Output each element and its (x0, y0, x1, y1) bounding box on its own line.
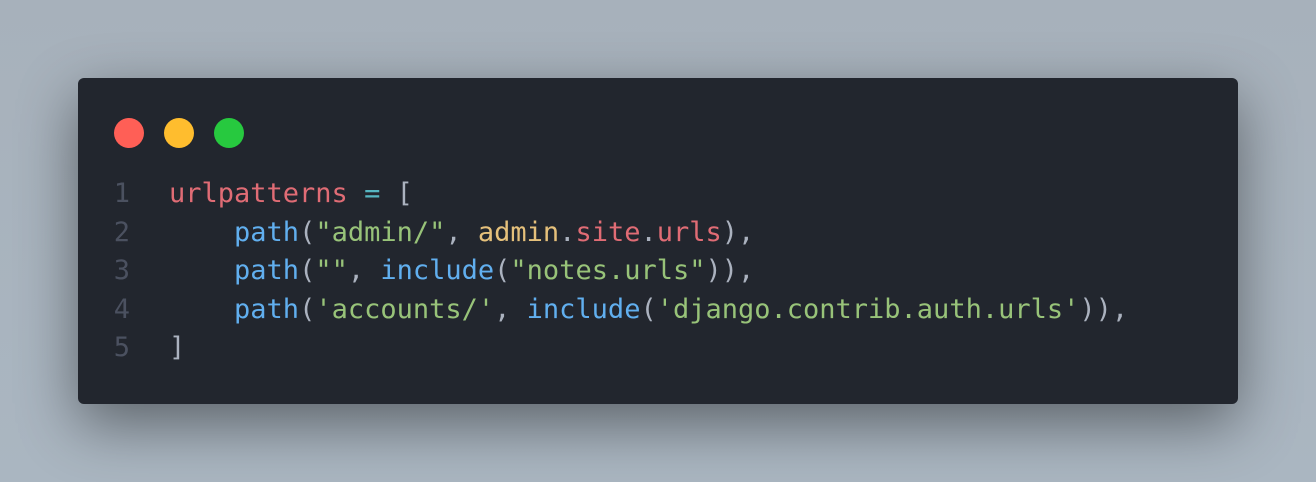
code-block[interactable]: 1 urlpatterns = [2 path("admin/", admin.s… (78, 175, 1128, 368)
maximize-dot-icon[interactable] (214, 118, 244, 148)
code-token: ( (640, 293, 657, 325)
code-line: 5] (78, 329, 1128, 368)
line-number: 3 (113, 255, 130, 286)
code-token: = (364, 178, 381, 209)
code-token: )), (1079, 293, 1129, 325)
code-window: 1 urlpatterns = [2 path("admin/", admin.s… (78, 78, 1238, 404)
code-token: ( (299, 293, 316, 325)
line-number: 1 (113, 178, 130, 209)
code-token: include (526, 293, 641, 325)
code-token: . (559, 216, 576, 248)
line-number: 2 (113, 216, 130, 248)
code-token: "admin/" (315, 216, 446, 248)
code-line: 4 path('accounts/', include('django.cont… (78, 291, 1128, 330)
code-token: , (445, 216, 478, 248)
code-token: ( (494, 255, 511, 286)
code-token: ( (299, 255, 316, 286)
code-line: 1 urlpatterns = [ (78, 175, 1128, 214)
code-text: ] (169, 329, 185, 368)
code-token: admin (477, 216, 560, 248)
code-token: ] (169, 332, 186, 363)
code-token: 'accounts/' (315, 293, 495, 325)
close-dot-icon[interactable] (114, 118, 144, 148)
code-token: path (234, 293, 300, 325)
code-token: . (640, 216, 657, 248)
code-token: path (234, 255, 300, 286)
code-token: , (347, 255, 381, 286)
code-token: ( (299, 216, 316, 248)
code-token: 'django.contrib.auth.urls' (656, 293, 1080, 325)
code-token: include (380, 255, 495, 286)
code-text: urlpatterns = [ (169, 175, 413, 214)
code-text: path("", include("notes.urls")), (169, 252, 754, 291)
code-token: , (494, 293, 527, 325)
line-number: 5 (113, 332, 130, 363)
code-token: "" (315, 255, 348, 286)
code-token: )), (705, 255, 755, 286)
code-token: ), (721, 216, 755, 248)
code-line: 3 path("", include("notes.urls")), (78, 252, 1128, 291)
code-line: 2 path("admin/", admin.site.urls), (78, 214, 1128, 253)
code-text: path("admin/", admin.site.urls), (169, 214, 754, 253)
line-number: 4 (113, 293, 130, 325)
code-token: path (234, 216, 300, 248)
code-token: urlpatterns (169, 178, 348, 209)
code-text: path('accounts/', include('django.contri… (169, 291, 1128, 330)
code-token: [ (380, 178, 413, 209)
code-token: site (575, 216, 641, 248)
minimize-dot-icon[interactable] (164, 118, 194, 148)
code-token: urls (656, 216, 722, 248)
window-controls (114, 118, 244, 148)
code-token: "notes.urls" (510, 255, 706, 286)
